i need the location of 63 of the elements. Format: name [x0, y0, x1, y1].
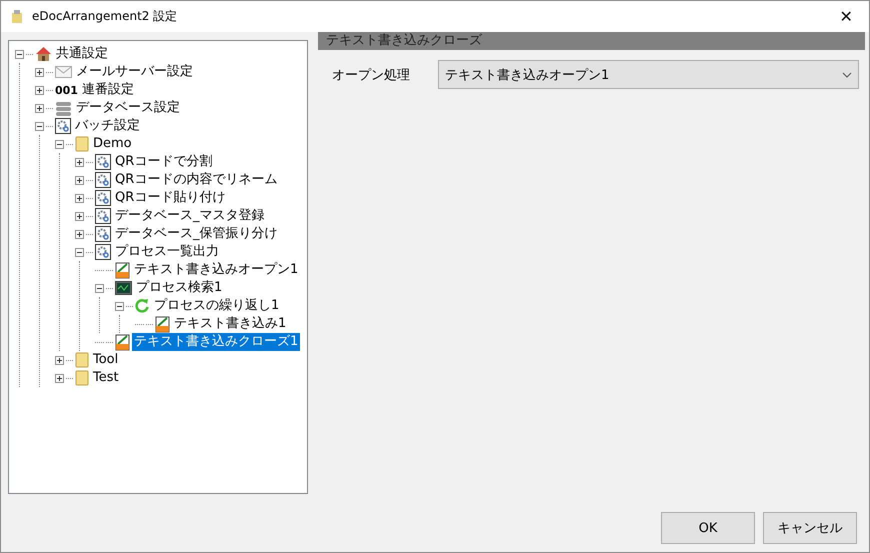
- gear-icon: [95, 208, 111, 224]
- text-file-icon: [115, 262, 130, 278]
- tree-item[interactable]: Demo: [91, 135, 134, 153]
- ok-button[interactable]: OK: [661, 512, 755, 544]
- gear-icon: [95, 244, 111, 260]
- expand-icon[interactable]: [75, 230, 84, 238]
- tree-item[interactable]: 連番設定: [80, 81, 136, 99]
- monitor-icon: [115, 281, 132, 295]
- tree-item[interactable]: QRコードの内容でリネーム: [113, 171, 280, 189]
- tree-item[interactable]: データベース設定: [74, 99, 182, 117]
- tree-item[interactable]: Tool: [91, 351, 120, 369]
- expand-icon[interactable]: [35, 104, 44, 112]
- collapse-icon[interactable]: [55, 140, 64, 148]
- tree-item[interactable]: データベース_マスタ登録: [113, 207, 266, 225]
- cancel-button[interactable]: キャンセル: [763, 512, 857, 544]
- folder-icon: [75, 370, 89, 386]
- expand-icon[interactable]: [75, 158, 84, 166]
- collapse-icon[interactable]: [115, 302, 124, 310]
- gear-icon: [95, 226, 111, 242]
- text-file-icon: [115, 334, 130, 350]
- tree-item[interactable]: テキスト書き込みクローズ1: [132, 333, 300, 351]
- tree-item[interactable]: バッチ設定: [73, 117, 142, 135]
- collapse-icon[interactable]: [15, 50, 24, 58]
- gear-icon: [95, 172, 111, 188]
- expand-icon[interactable]: [75, 212, 84, 220]
- folder-icon: [75, 352, 89, 368]
- tree-item[interactable]: プロセス検索1: [134, 279, 224, 297]
- collapse-icon[interactable]: [35, 122, 44, 130]
- dropdown[interactable]: テキスト書き込みオープン1: [438, 60, 859, 89]
- app-icon: [11, 10, 23, 24]
- expand-icon[interactable]: [75, 194, 84, 202]
- database-icon: [55, 100, 72, 116]
- envelope-icon: [55, 66, 72, 78]
- chevron-down-icon: [842, 72, 852, 78]
- house-icon: [35, 46, 52, 62]
- tree-item[interactable]: データベース_保管振り分け: [113, 225, 280, 243]
- expand-icon[interactable]: [55, 374, 64, 382]
- gear-icon: [95, 190, 111, 206]
- tree-item[interactable]: QRコード貼り付け: [113, 189, 228, 207]
- serial-number-icon: 001: [55, 84, 78, 96]
- expand-icon[interactable]: [75, 176, 84, 184]
- folder-icon: [75, 136, 89, 152]
- collapse-icon[interactable]: [95, 284, 104, 292]
- tree-item[interactable]: テキスト書き込み1: [172, 315, 288, 333]
- gear-icon: [95, 154, 111, 170]
- tree-item[interactable]: Test: [91, 369, 121, 387]
- tree-item[interactable]: プロセスの繰り返し1: [152, 297, 282, 315]
- tree-item[interactable]: QRコードで分割: [113, 153, 214, 171]
- expand-icon[interactable]: [55, 356, 64, 364]
- text-file-icon: [155, 316, 170, 332]
- expand-icon[interactable]: [35, 68, 44, 76]
- tree-item[interactable]: 共通設定: [54, 45, 110, 63]
- close-button[interactable]: ✕: [823, 1, 869, 32]
- window-title: eDocArrangement2 設定: [32, 8, 178, 25]
- collapse-icon[interactable]: [75, 248, 84, 256]
- tree-item[interactable]: プロセス一覧出力: [113, 243, 221, 261]
- expand-icon[interactable]: [35, 86, 44, 94]
- field-label: オープン処理: [332, 66, 411, 84]
- loop-icon: [135, 298, 150, 314]
- gear-icon: [55, 118, 71, 134]
- tree-item[interactable]: メールサーバー設定: [74, 63, 195, 81]
- tree-item[interactable]: テキスト書き込みオープン1: [132, 261, 300, 279]
- section-header: テキスト書き込みクローズ: [318, 32, 865, 50]
